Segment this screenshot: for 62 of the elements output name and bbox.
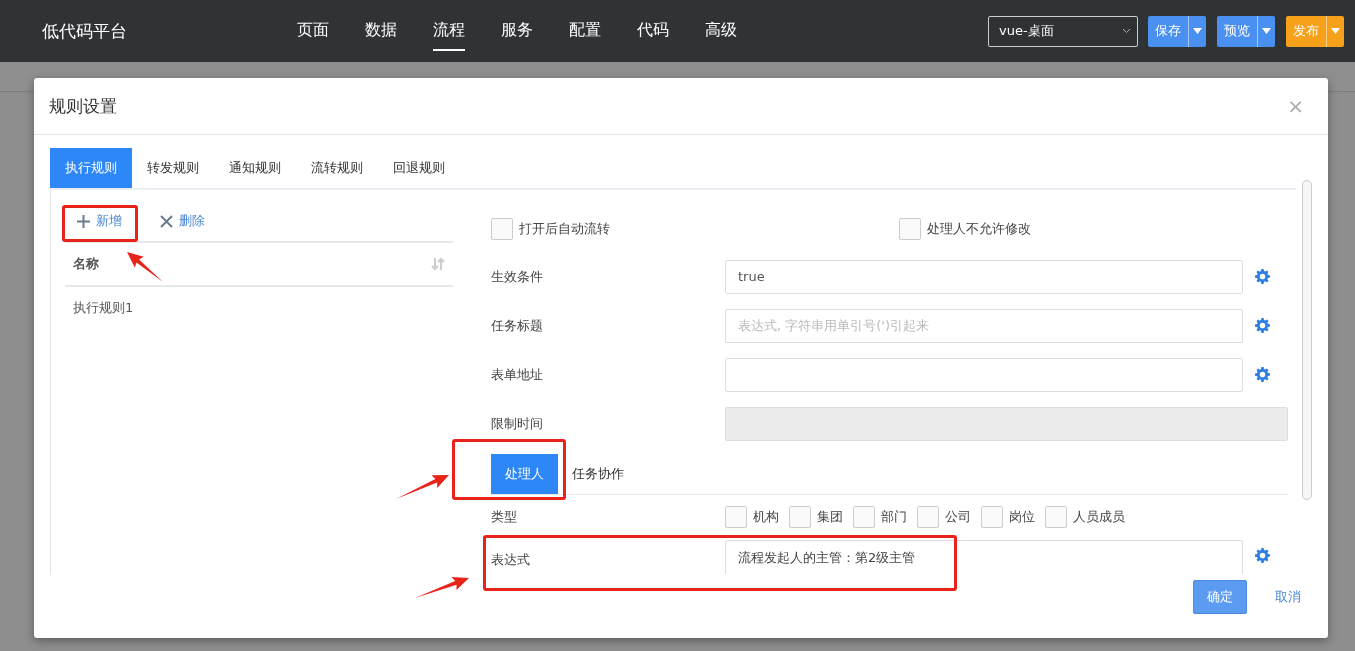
checkbox[interactable] [1045, 506, 1067, 528]
app-title: 低代码平台 [42, 19, 128, 43]
annotation-arrow [396, 475, 449, 499]
settings-icon[interactable] [1255, 367, 1270, 382]
environment-select[interactable]: vue-桌面 [988, 15, 1138, 47]
nav-item[interactable]: 页面 [297, 11, 329, 51]
nav-item[interactable]: 代码 [637, 11, 669, 51]
column-header: 名称 [73, 255, 99, 273]
nav-item[interactable]: 配置 [569, 11, 601, 51]
tab[interactable]: 回退规则 [378, 148, 460, 188]
field-label: 任务标题 [491, 316, 544, 335]
field-label: 生效条件 [491, 267, 544, 286]
nav-item[interactable]: 服务 [501, 11, 533, 51]
cancel-link[interactable]: 取消 [1275, 587, 1301, 606]
field-label: 表单地址 [491, 365, 544, 384]
annotation-arrow [415, 577, 469, 598]
nav-item[interactable]: 高级 [705, 11, 737, 51]
input-field[interactable] [725, 357, 1243, 392]
tab[interactable]: 流转规则 [296, 148, 378, 188]
field-label: 限制时间 [491, 414, 544, 433]
settings-icon[interactable] [1255, 318, 1270, 333]
caret-icon [1331, 28, 1340, 34]
caret-icon [1193, 28, 1202, 34]
tab[interactable]: 处理人 [491, 454, 558, 494]
field-label: 表达式 [491, 551, 531, 569]
checkbox-label: 打开后自动流转 [519, 220, 610, 238]
nav-item[interactable]: 数据 [365, 11, 397, 51]
add-button[interactable]: 新增 [65, 208, 134, 234]
checkbox[interactable] [789, 506, 811, 528]
caret-icon [1262, 28, 1271, 34]
checkbox[interactable] [917, 506, 939, 528]
field-label: 类型 [491, 508, 518, 526]
checkbox-label: 集团 [817, 508, 843, 526]
tab[interactable]: 执行规则 [50, 148, 132, 188]
checkbox-label: 部门 [881, 508, 907, 526]
plus-icon [77, 214, 90, 228]
settings-icon[interactable] [1255, 548, 1270, 563]
checkbox-label: 机构 [753, 508, 779, 526]
dialog-title: 规则设置 [49, 94, 117, 118]
chevron-down-icon [1122, 28, 1131, 34]
checkbox-label: 公司 [945, 508, 971, 526]
checkbox[interactable] [725, 506, 747, 528]
nav-item[interactable]: 流程 [433, 11, 465, 51]
tab[interactable]: 通知规则 [214, 148, 296, 188]
input-field[interactable]: 表达式, 字符串用单引号(')引起来 [725, 308, 1243, 343]
scrollbar[interactable] [1302, 180, 1312, 500]
input-field[interactable]: true [725, 259, 1243, 294]
tab[interactable]: 任务协作 [558, 454, 638, 494]
checkbox[interactable] [899, 218, 921, 240]
checkbox-label: 人员成员 [1073, 508, 1125, 526]
delete-button[interactable]: 删除 [148, 208, 217, 234]
checkbox[interactable] [853, 506, 875, 528]
checkbox-label: 岗位 [1009, 508, 1035, 526]
table-row[interactable]: 执行规则1 [65, 287, 453, 329]
checkbox[interactable] [981, 506, 1003, 528]
sort-icon[interactable] [431, 257, 445, 271]
input-field[interactable]: 流程发起人的主管：第2级主管 [725, 540, 1243, 574]
close-icon [160, 214, 173, 228]
checkbox-label: 处理人不允许修改 [927, 220, 1031, 238]
checkbox[interactable] [491, 218, 513, 240]
tab[interactable]: 转发规则 [132, 148, 214, 188]
settings-icon[interactable] [1255, 269, 1270, 284]
